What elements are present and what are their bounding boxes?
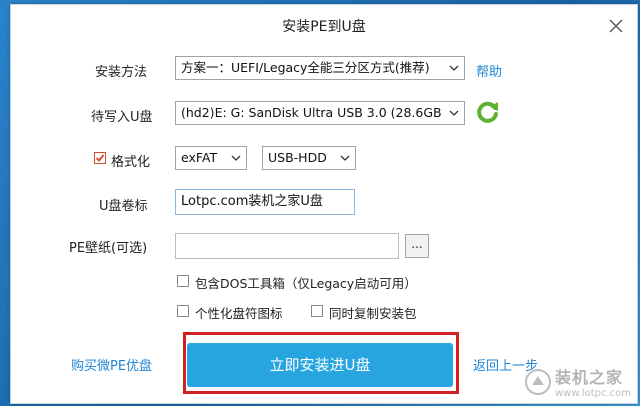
boot-mode-value: USB-HDD bbox=[268, 150, 327, 165]
watermark: 装机之家 www.lotpc.com bbox=[525, 364, 631, 399]
watermark-main-text: 装机之家 bbox=[555, 368, 624, 387]
close-icon[interactable] bbox=[607, 17, 625, 35]
watermark-logo-icon bbox=[525, 368, 551, 395]
watermark-sub-text: www.lotpc.com bbox=[555, 388, 631, 399]
refresh-icon[interactable] bbox=[475, 99, 501, 125]
volume-label-input[interactable]: Lotpc.com装机之家U盘 bbox=[175, 189, 355, 215]
personalize-icon-checkbox[interactable] bbox=[177, 305, 189, 317]
help-link[interactable]: 帮助 bbox=[476, 61, 502, 80]
include-dos-label: 包含DOS工具箱（仅Legacy启动可用） bbox=[195, 276, 417, 291]
install-to-usb-button[interactable]: 立即安装进U盘 bbox=[187, 343, 453, 387]
volume-label-label: U盘卷标 bbox=[99, 199, 148, 214]
browse-button[interactable]: ... bbox=[405, 234, 429, 258]
buy-usb-link[interactable]: 购买微PE优盘 bbox=[71, 355, 152, 374]
dialog-title: 安装PE到U盘 bbox=[282, 19, 366, 35]
target-usb-select[interactable]: (hd2)E: G: SanDisk Ultra USB 3.0 (28.6GB bbox=[175, 101, 465, 125]
install-method-select[interactable]: 方案一：UEFI/Legacy全能三分区方式(推荐) bbox=[175, 56, 465, 80]
chevron-down-icon bbox=[226, 147, 246, 169]
chevron-down-icon bbox=[444, 57, 464, 79]
chevron-down-icon bbox=[444, 102, 464, 124]
filesystem-value: exFAT bbox=[181, 150, 218, 165]
install-method-value: 方案一：UEFI/Legacy全能三分区方式(推荐) bbox=[181, 60, 430, 75]
install-pe-dialog: 安装PE到U盘 安装方法 方案一：UEFI/Legacy全能三分区方式(推荐) … bbox=[10, 4, 638, 404]
chevron-down-icon bbox=[335, 147, 355, 169]
install-method-label: 安装方法 bbox=[95, 65, 148, 80]
copy-installer-checkbox[interactable] bbox=[311, 305, 323, 317]
format-label: 格式化 bbox=[111, 155, 151, 170]
filesystem-select[interactable]: exFAT bbox=[175, 146, 247, 170]
include-dos-checkbox[interactable] bbox=[177, 275, 189, 287]
target-usb-value: (hd2)E: G: SanDisk Ultra USB 3.0 (28.6GB bbox=[181, 105, 442, 120]
personalize-icon-label: 个性化盘符图标 bbox=[195, 306, 283, 321]
format-checkbox[interactable] bbox=[94, 152, 106, 164]
copy-installer-label: 同时复制安装包 bbox=[329, 306, 417, 321]
boot-mode-select[interactable]: USB-HDD bbox=[262, 146, 356, 170]
target-usb-label: 待写入U盘 bbox=[91, 110, 153, 125]
wallpaper-label: PE壁纸(可选) bbox=[69, 241, 148, 256]
wallpaper-path-input[interactable] bbox=[175, 233, 399, 259]
